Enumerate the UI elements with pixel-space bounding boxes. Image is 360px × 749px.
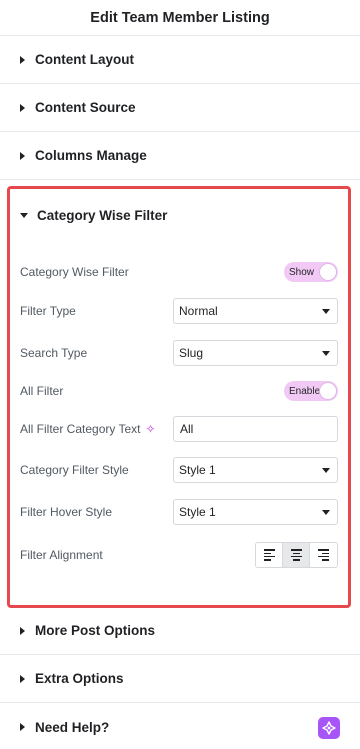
align-right-button[interactable]	[310, 543, 337, 567]
plugin-logo-icon	[322, 721, 336, 735]
all-filter-category-text-input[interactable]	[173, 416, 338, 442]
select-value: Normal	[179, 304, 218, 318]
toggle-text: Show	[289, 266, 315, 278]
control-all-filter-category-text: All Filter Category Text ✧	[20, 416, 338, 442]
control-label: Filter Hover Style	[20, 505, 113, 519]
section-extra-options[interactable]: Extra Options	[0, 655, 360, 703]
chevron-down-icon	[322, 308, 330, 314]
section-content-layout[interactable]: Content Layout	[0, 36, 360, 84]
ai-sparkle-icon[interactable]: ✧	[146, 422, 156, 436]
select-value: Style 1	[179, 505, 216, 519]
section-label: Need Help?	[35, 719, 110, 735]
section-label: Content Layout	[35, 52, 134, 67]
caret-right-icon	[20, 103, 25, 112]
chevron-down-icon	[322, 350, 330, 356]
caret-right-icon	[20, 626, 25, 635]
filter-type-select[interactable]: Normal	[173, 298, 338, 324]
section-category-wise-filter: Category Wise Filter Category Wise Filte…	[7, 186, 351, 608]
control-label: All Filter Category Text ✧	[20, 422, 156, 436]
control-category-wise-filter: Category Wise Filter Show	[20, 262, 338, 282]
align-center-icon	[290, 549, 302, 561]
control-label-text: All Filter Category Text	[20, 422, 141, 436]
align-left-button[interactable]	[256, 543, 283, 567]
control-filter-hover-style: Filter Hover Style Style 1	[20, 499, 338, 525]
section-content-source[interactable]: Content Source	[0, 84, 360, 132]
caret-down-icon	[20, 212, 28, 218]
select-value: Style 1	[179, 463, 216, 477]
section-label: Category Wise Filter	[37, 207, 168, 223]
caret-right-icon	[20, 151, 25, 160]
category-filter-style-select[interactable]: Style 1	[173, 457, 338, 483]
control-search-type: Search Type Slug	[20, 340, 338, 366]
control-filter-type: Filter Type Normal	[20, 298, 338, 324]
align-center-button[interactable]	[283, 543, 310, 567]
caret-right-icon	[20, 723, 25, 731]
chevron-down-icon	[322, 467, 330, 473]
control-label: Category Filter Style	[20, 463, 129, 477]
section-label: Extra Options	[35, 671, 124, 686]
section-header-category-wise-filter[interactable]: Category Wise Filter	[10, 189, 348, 241]
control-all-filter: All Filter Enable	[20, 381, 338, 401]
filter-hover-style-select[interactable]: Style 1	[173, 499, 338, 525]
align-right-icon	[318, 549, 329, 561]
all-filter-toggle[interactable]: Enable	[284, 381, 338, 401]
filter-alignment-group	[255, 542, 338, 568]
help-plugin-button[interactable]	[318, 717, 340, 739]
panel-header: Edit Team Member Listing	[0, 0, 360, 36]
caret-right-icon	[20, 55, 25, 64]
section-label: Content Source	[35, 100, 136, 115]
select-value: Slug	[179, 346, 204, 360]
control-label: All Filter	[20, 384, 64, 398]
search-type-select[interactable]: Slug	[173, 340, 338, 366]
caret-right-icon	[20, 674, 25, 683]
control-label: Category Wise Filter	[20, 265, 129, 279]
section-label: More Post Options	[35, 623, 156, 638]
section-more-post-options[interactable]: More Post Options	[0, 607, 360, 655]
control-category-filter-style: Category Filter Style Style 1	[20, 457, 338, 483]
section-columns-manage[interactable]: Columns Manage	[0, 132, 360, 180]
control-label: Filter Alignment	[20, 548, 103, 562]
category-wise-filter-toggle[interactable]: Show	[284, 262, 338, 282]
bottom-sections: More Post Options Extra Options Need Hel…	[0, 607, 360, 749]
panel-title: Edit Team Member Listing	[90, 9, 270, 26]
control-filter-alignment: Filter Alignment	[20, 542, 338, 568]
section-label: Columns Manage	[35, 148, 147, 163]
control-label: Filter Type	[20, 304, 76, 318]
toggle-text: Enable	[289, 385, 321, 397]
control-label: Search Type	[20, 346, 88, 360]
toggle-knob	[319, 263, 337, 281]
chevron-down-icon	[322, 509, 330, 515]
section-need-help[interactable]: Need Help?	[0, 703, 360, 749]
toggle-knob	[319, 382, 337, 400]
align-left-icon	[263, 549, 275, 561]
